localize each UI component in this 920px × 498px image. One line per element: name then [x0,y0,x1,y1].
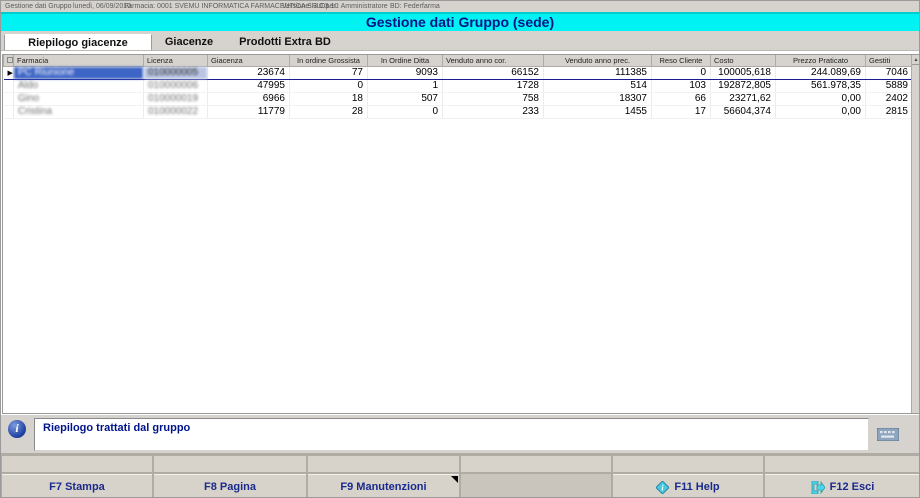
cell-in-ordine-grossista: 77 [290,66,368,79]
f9-manutenzioni-button[interactable]: F9 Manutenzioni [308,474,459,498]
col-header-gestiti[interactable]: Gestiti [866,55,913,66]
tab-giacenze[interactable]: Giacenze [154,34,224,50]
col-header-in-ordine-ditta[interactable]: In Ordine Ditta [368,55,443,66]
cell-giacenza: 23674 [208,66,290,79]
footer-slot [308,456,459,472]
cell-gestiti: 5889 [866,79,913,92]
cell-in-ordine-ditta: 9093 [368,66,443,79]
cell-licenza: 010000022 [144,105,208,118]
status-app-title: Gestione dati Gruppo [5,1,72,12]
info-icon: i [8,420,26,438]
f7-stampa-button[interactable]: F7 Stampa [2,474,152,498]
footer-slot [461,456,611,472]
status-bd: BD: Federfarma [390,1,440,12]
cell-in-ordine-grossista: 28 [290,105,368,118]
cell-prezzo-praticato: 0,00 [776,92,866,105]
page-title: Gestione dati Gruppo (sede) [1,12,919,31]
cell-licenza: 010000005 [144,66,208,79]
cell-venduto-anno-cor: 758 [443,92,544,105]
cell-venduto-anno-cor: 233 [443,105,544,118]
cell-giacenza: 47995 [208,79,290,92]
grid-row[interactable]: Cristina 010000022 11779 28 0 233 1455 1… [4,105,913,118]
cell-venduto-anno-prec: 18307 [544,92,652,105]
status-bar: Gestione dati Gruppo lunedì, 06/09/2010 … [1,1,919,12]
exit-arrow-icon [811,481,825,494]
col-header-reso-cliente[interactable]: Reso Cliente [652,55,711,66]
footer-slot [2,456,152,472]
cell-farmacia: PC Riunione [14,66,144,79]
cell-venduto-anno-prec: 1455 [544,105,652,118]
col-header-licenza[interactable]: Licenza [144,55,208,66]
scroll-up-icon[interactable]: ▲ [912,55,920,65]
cell-licenza: 010000019 [144,92,208,105]
footer-slot [765,456,920,472]
grid-header-row: Farmacia Licenza Giacenza In ordine Gros… [4,55,913,66]
cell-costo: 192872,805 [711,79,776,92]
col-header-in-ordine-grossista[interactable]: In ordine Grossista [290,55,368,66]
cell-costo: 100005,618 [711,66,776,79]
footer-slot [613,456,763,472]
tab-content: Farmacia Licenza Giacenza In ordine Gros… [1,50,920,414]
cell-farmacia: Cristina [14,105,144,118]
cell-reso-cliente: 66 [652,92,711,105]
cell-gestiti: 7046 [866,66,913,79]
cell-in-ordine-ditta: 507 [368,92,443,105]
cell-reso-cliente: 103 [652,79,711,92]
cell-gestiti: 2402 [866,92,913,105]
pharmacy-grid: Farmacia Licenza Giacenza In ordine Gros… [2,54,920,414]
cell-reso-cliente: 17 [652,105,711,118]
cell-licenza: 010000006 [144,79,208,92]
footer-slot [154,456,306,472]
message-text: Riepilogo trattati dal gruppo [43,422,190,434]
f11-help-button[interactable]: i F11 Help [613,474,763,498]
select-all-icon[interactable] [4,55,14,66]
keyboard-icon[interactable] [877,428,899,441]
cell-costo: 56604,374 [711,105,776,118]
cell-in-ordine-ditta: 0 [368,105,443,118]
cell-in-ordine-grossista: 0 [290,79,368,92]
cell-venduto-anno-cor: 1728 [443,79,544,92]
submenu-corner-icon [451,476,458,483]
help-diamond-icon: i [656,481,669,494]
cell-giacenza: 6966 [208,92,290,105]
function-key-bar: F7 Stampa F8 Pagina F9 Manutenzioni i F1… [1,453,920,498]
grid-row[interactable]: Gino 010000019 6966 18 507 758 18307 66 … [4,92,913,105]
cell-reso-cliente: 0 [652,66,711,79]
grid-row[interactable]: Aldo 010000006 47995 0 1 1728 514 103 19… [4,79,913,92]
cell-costo: 23271,62 [711,92,776,105]
tab-bar: Riepilogo giacenze Giacenze Prodotti Ext… [1,31,919,50]
cell-giacenza: 11779 [208,105,290,118]
tab-prodotti-extra-bd[interactable]: Prodotti Extra BD [226,34,344,50]
col-header-venduto-anno-prec[interactable]: Venduto anno prec. [544,55,652,66]
tab-riepilogo-giacenze[interactable]: Riepilogo giacenze [4,34,152,50]
cell-venduto-anno-prec: 514 [544,79,652,92]
cell-venduto-anno-cor: 66152 [443,66,544,79]
col-header-giacenza[interactable]: Giacenza [208,55,290,66]
cell-gestiti: 2815 [866,105,913,118]
cell-venduto-anno-prec: 111385 [544,66,652,79]
message-box: Riepilogo trattati dal gruppo [34,418,869,451]
footer-empty-button [461,474,611,498]
cell-prezzo-praticato: 244.089,69 [776,66,866,79]
col-header-costo[interactable]: Costo [711,55,776,66]
f8-pagina-button[interactable]: F8 Pagina [154,474,306,498]
vertical-scrollbar[interactable]: ▲ [911,55,919,413]
cell-in-ordine-ditta: 1 [368,79,443,92]
current-row-marker-icon: ▶ [4,66,14,79]
cell-in-ordine-grossista: 18 [290,92,368,105]
status-operatore: Oper.: Amministratore [320,1,388,12]
status-date: lunedì, 06/09/2010 [73,1,131,12]
cell-farmacia: Gino [14,92,144,105]
app-window: Gestione dati Gruppo lunedì, 06/09/2010 … [0,0,920,498]
grid-row-selected[interactable]: ▶ PC Riunione 010000005 23674 77 9093 66… [4,66,913,79]
cell-prezzo-praticato: 0,00 [776,105,866,118]
f12-esci-button[interactable]: F12 Esci [765,474,920,498]
cell-prezzo-praticato: 561.978,35 [776,79,866,92]
cell-farmacia: Aldo [14,79,144,92]
message-panel: i Riepilogo trattati dal gruppo [1,414,920,453]
col-header-venduto-anno-cor[interactable]: Venduto anno cor. [443,55,544,66]
col-header-prezzo-praticato[interactable]: Prezzo Praticato [776,55,866,66]
col-header-farmacia[interactable]: Farmacia [14,55,144,66]
